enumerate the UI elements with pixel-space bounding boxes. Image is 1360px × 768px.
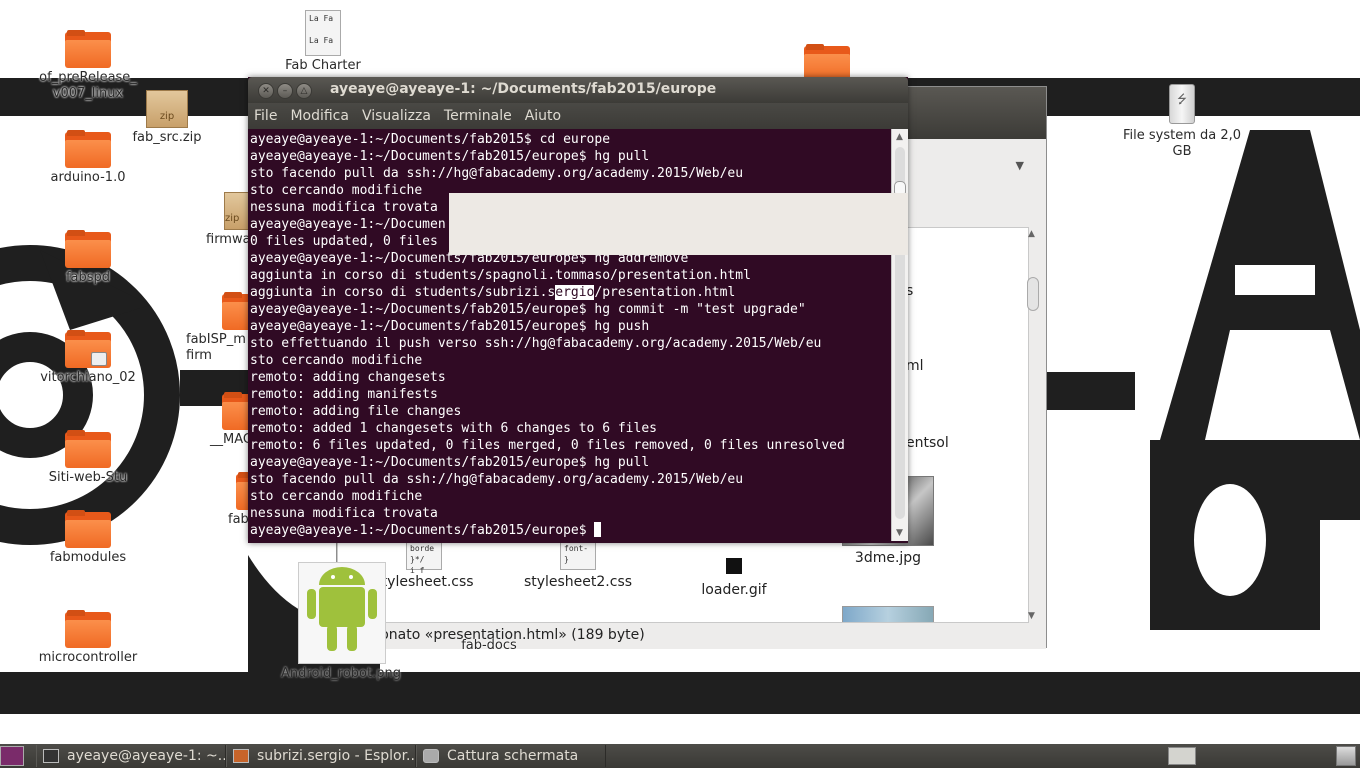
zip-archive-icon: zip — [146, 90, 188, 128]
desktop-image-android-robot[interactable] — [298, 562, 386, 664]
file-label-partial: entsol — [906, 435, 949, 451]
file-item-stylesheet2-css[interactable]: font- } stylesheet2.css — [518, 540, 638, 590]
scrollbar-thumb[interactable] — [1027, 277, 1039, 311]
folder-icon — [65, 230, 111, 268]
desktop-folder-fab-docs[interactable]: fab-docs — [434, 638, 544, 654]
menu-aiuto[interactable]: Aiuto — [525, 108, 561, 124]
android-robot-label: Android_robot.png — [281, 666, 401, 681]
terminal-line: remoto: adding changesets — [250, 370, 446, 385]
folder-icon — [65, 430, 111, 468]
terminal-icon — [43, 749, 59, 763]
maximize-icon[interactable]: △ — [296, 83, 312, 99]
desktop-folder-fabmodules[interactable]: fabmodules — [33, 510, 143, 566]
scroll-up-arrow-icon[interactable]: ▲ — [1028, 229, 1035, 239]
terminal-line: sto cercando modifiche — [250, 353, 423, 368]
scroll-down-arrow-icon[interactable]: ▼ — [1028, 611, 1035, 621]
terminal-line: sto cercando modifiche — [250, 489, 423, 504]
css-file-icon: borde }*/ i f — [406, 540, 442, 575]
terminal-line: sto facendo pull da ssh://hg@fabacademy.… — [250, 166, 744, 181]
scroll-down-arrow-icon[interactable]: ▼ — [896, 528, 903, 538]
notification-popup — [449, 193, 908, 255]
terminal-line: remoto: adding file changes — [250, 404, 462, 419]
terminal-title: ayeaye@ayeaye-1: ~/Documents/fab2015/eur… — [330, 81, 717, 97]
terminal-line: ayeaye@ayeaye-1:~/Documents/fab2015/euro… — [250, 149, 650, 164]
desktop-folder-siti-web[interactable]: Siti-web-Stu — [33, 430, 143, 486]
desktop-doc-fab-charter[interactable]: La Fa La Fa Fab Charter — [268, 10, 378, 74]
terminal-line: remoto: added 1 changesets with 6 change… — [250, 421, 657, 436]
folder-icon — [65, 610, 111, 648]
file-label-partial: ml — [906, 358, 924, 374]
desktop-folder-vitorchiano[interactable]: vitorchiano_02 — [33, 330, 143, 386]
folder-icon — [65, 510, 111, 548]
terminal-line: remoto: 6 files updated, 0 files merged,… — [250, 438, 845, 453]
terminal-window[interactable]: ✕ – △ ayeaye@ayeaye-1: ~/Documents/fab20… — [248, 77, 908, 543]
gif-file-icon — [726, 558, 742, 574]
document-icon: La Fa La Fa — [305, 10, 341, 56]
css-file-icon: font- } — [560, 540, 596, 570]
file-manager-icon — [233, 749, 249, 763]
terminal-output[interactable]: ayeaye@ayeaye-1:~/Documents/fab2015$ cd … — [248, 129, 891, 541]
terminal-line: sto effettuando il push verso ssh://hg@f… — [250, 336, 822, 351]
workspace-switcher-icon[interactable] — [1168, 747, 1196, 765]
terminal-line: aggiunta in corso di students/spagnoli.t… — [250, 268, 751, 283]
terminal-cursor — [594, 522, 602, 537]
desktop-usb-drive[interactable]: ⭍ File system da 2,0 GB — [1112, 84, 1252, 160]
photo-thumbnail[interactable] — [842, 606, 934, 622]
terminal-line-selected[interactable]: aggiunta in corso di students/subrizi.se… — [250, 284, 889, 301]
scroll-up-arrow-icon[interactable]: ▲ — [896, 132, 903, 142]
desktop-folder-fabspd[interactable]: fabspd — [33, 230, 143, 286]
view-dropdown-arrow-icon[interactable]: ▼ — [1016, 159, 1024, 172]
bottom-panel: ayeaye@ayeaye-1: ~... subrizi.sergio - E… — [0, 744, 1360, 768]
selection-after: /presentation.html — [594, 285, 736, 300]
folder-icon — [65, 30, 111, 68]
terminal-line: remoto: adding manifests — [250, 387, 438, 402]
camera-icon — [423, 749, 439, 763]
close-icon[interactable]: ✕ — [258, 83, 274, 99]
terminal-scrollbar[interactable]: ▲ ▼ — [891, 129, 908, 541]
taskbar-item-file-manager[interactable]: subrizi.sergio - Esplor... — [226, 745, 416, 767]
text-selection: ergio — [555, 285, 595, 300]
terminal-line: ayeaye@ayeaye-1:~/Documents/fab2015/euro… — [250, 302, 806, 317]
minimize-icon[interactable]: – — [277, 83, 293, 99]
usb-drive-icon: ⭍ — [1169, 84, 1195, 124]
selection-before: aggiunta in corso di students/subrizi.s — [250, 285, 556, 300]
terminal-line: sto facendo pull da ssh://hg@fabacademy.… — [250, 472, 744, 487]
menu-file[interactable]: File — [254, 108, 277, 124]
terminal-line: ayeaye@ayeaye-1:~/Documents/fab2015/euro… — [250, 319, 650, 334]
terminal-menubar: File Modifica Visualizza Terminale Aiuto — [248, 103, 908, 129]
android-robot-icon — [307, 567, 377, 651]
trash-icon[interactable] — [1336, 746, 1356, 766]
terminal-prompt: ayeaye@ayeaye-1:~/Documents/fab2015/euro… — [250, 523, 595, 538]
desktop-folder-microcontroller[interactable]: microcontroller — [33, 610, 143, 666]
desktop-folder-arduino[interactable]: arduino-1.0 — [33, 130, 143, 186]
folder-icon — [65, 130, 111, 168]
file-item-loader-gif[interactable]: loader.gif — [674, 540, 794, 598]
show-desktop-icon[interactable] — [0, 746, 24, 766]
taskbar-item-terminal[interactable]: ayeaye@ayeaye-1: ~... — [36, 745, 226, 767]
file-view-scrollbar[interactable]: ▲ ▼ — [1026, 227, 1040, 623]
menu-terminale[interactable]: Terminale — [444, 108, 512, 124]
locked-folder-icon — [65, 330, 111, 368]
terminal-prompt-line[interactable]: ayeaye@ayeaye-1:~/Documents/fab2015/euro… — [250, 522, 889, 539]
terminal-line: ayeaye@ayeaye-1:~/Documents/fab2015/euro… — [250, 455, 650, 470]
terminal-line: nessuna modifica trovata — [250, 506, 438, 521]
menu-visualizza[interactable]: Visualizza — [362, 108, 431, 124]
terminal-line: ayeaye@ayeaye-1:~/Documents/fab2015$ cd … — [250, 132, 611, 147]
taskbar-item-screenshot[interactable]: Cattura schermata — [416, 745, 606, 767]
menu-modifica[interactable]: Modifica — [290, 108, 349, 124]
terminal-titlebar[interactable]: ✕ – △ ayeaye@ayeaye-1: ~/Documents/fab20… — [248, 77, 908, 103]
